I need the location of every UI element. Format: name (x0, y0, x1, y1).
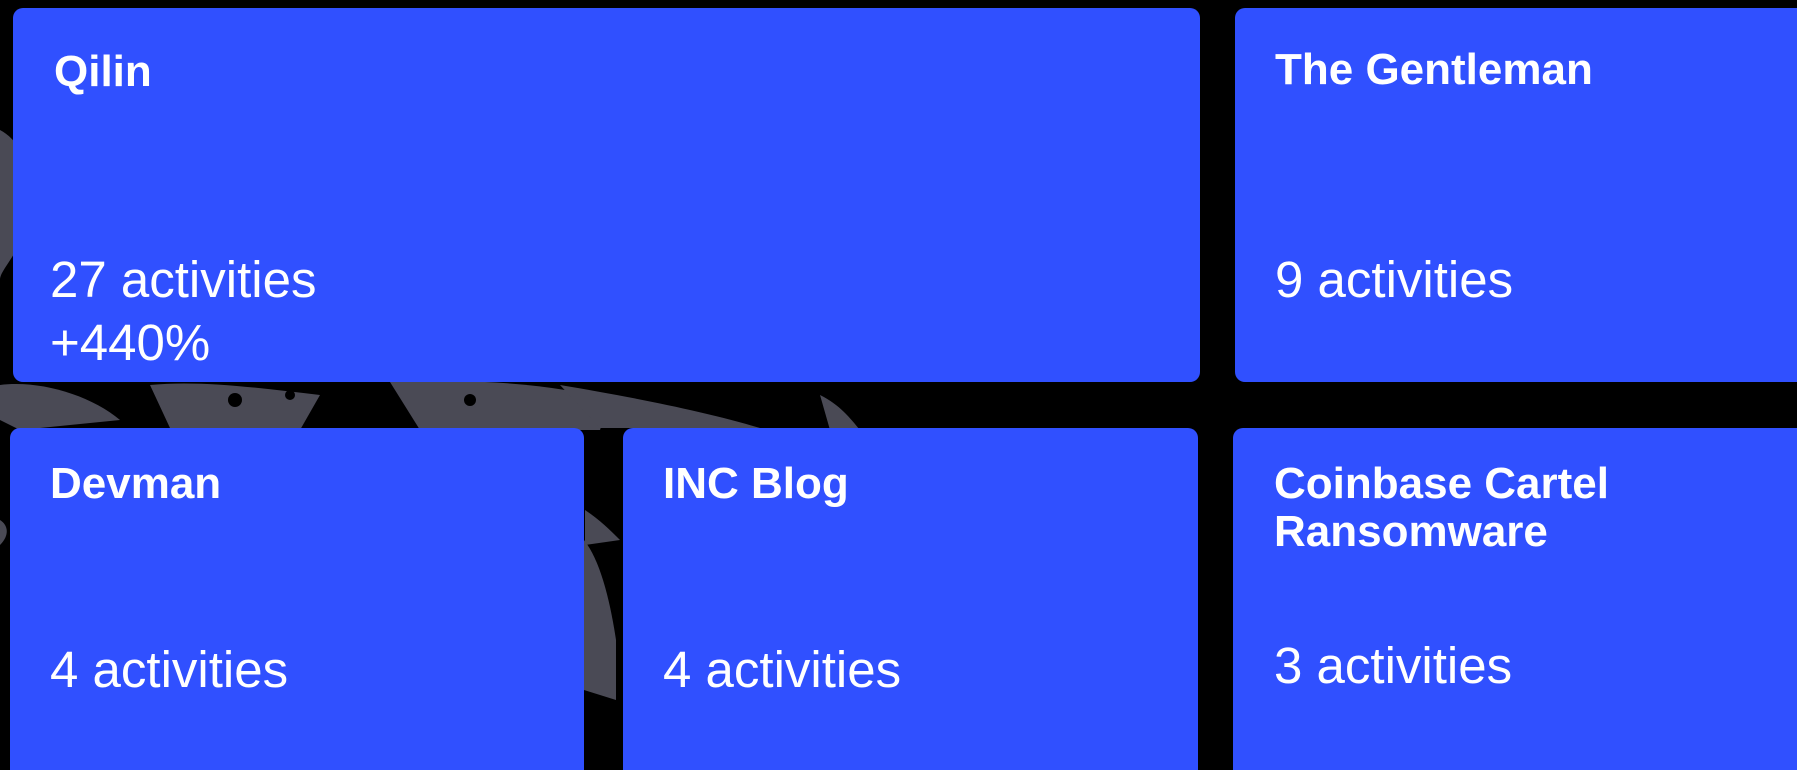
tile-activity-count: 3 activities (1274, 637, 1513, 694)
tile-activity-count: 4 activities (663, 641, 902, 698)
tile-inc-blog[interactable]: INC Blog 4 activities (623, 428, 1198, 770)
ransomware-activity-grid: Qilin 27 activities +440% The Gentleman … (0, 0, 1797, 770)
tile-activity-count: 9 activities (1275, 251, 1514, 308)
tile-the-gentleman[interactable]: The Gentleman 9 activities (1235, 8, 1797, 382)
tile-title: Qilin (54, 47, 152, 96)
tile-qilin[interactable]: Qilin 27 activities +440% (13, 8, 1200, 382)
tile-activity-count: 27 activities (50, 251, 317, 308)
tile-coinbase-cartel-ransomware[interactable]: Coinbase Cartel Ransomware 3 activities (1233, 428, 1797, 770)
tile-title: Coinbase Cartel Ransomware (1274, 459, 1609, 556)
tile-title: The Gentleman (1275, 45, 1593, 94)
tile-activity-count: 4 activities (50, 641, 289, 698)
tile-devman[interactable]: Devman 4 activities (10, 428, 584, 770)
tile-title: INC Blog (663, 459, 849, 508)
tile-change-percent: +440% (50, 314, 211, 371)
tile-title: Devman (50, 459, 222, 508)
